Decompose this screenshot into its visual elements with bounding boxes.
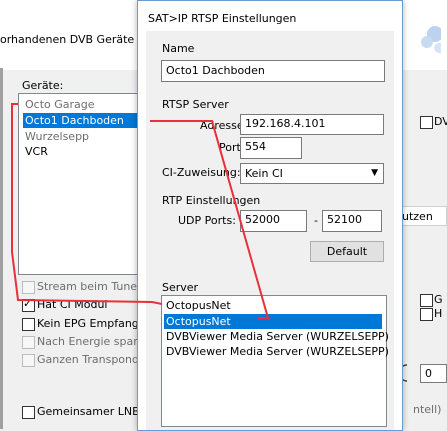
rtsp-server-label: RTSP Server <box>162 98 229 111</box>
ci-zuweisung-label: CI-Zuweisung: <box>162 166 241 179</box>
dialog-body: Name Octo1 Dachboden RTSP Server Adresse… <box>146 31 394 430</box>
nach-energie-sparen-checkbox[interactable] <box>22 336 35 349</box>
udp-port-separator: - <box>314 214 318 227</box>
name-label: Name <box>162 42 195 55</box>
hat-ci-modul-label: Hat CI Modul <box>37 298 108 311</box>
satip-rtsp-settings-dialog: SAT>IP RTSP Einstellungen Name Octo1 Dac… <box>137 0 403 431</box>
port-field[interactable]: 554 <box>240 137 302 159</box>
server-item-dvbviewer-1[interactable]: DVBViewer Media Server (WURZELSEPP) <box>164 329 391 344</box>
dialog-titlebar[interactable]: SAT>IP RTSP Einstellungen <box>138 1 402 31</box>
devices-list[interactable]: Octo Garage Octo1 Dachboden Wurzelsepp V… <box>18 93 154 275</box>
default-button[interactable]: Default <box>310 241 384 262</box>
udp-port-to-field[interactable]: 52100 <box>322 210 382 232</box>
udp-port-from-field[interactable]: 52000 <box>240 210 307 232</box>
dialog-title: SAT>IP RTSP Einstellungen <box>148 12 297 25</box>
ci-zuweisung-select[interactable]: Kein CI ▼ <box>240 163 384 184</box>
background-panel-border <box>0 68 3 429</box>
stream-beim-tunen-label: Stream beim Tunen <box>37 280 145 293</box>
chevron-down-icon: ▼ <box>371 168 378 178</box>
rtp-settings-label: RTP Einstellungen <box>162 194 261 207</box>
number-field-fragment[interactable]: 0 <box>420 364 447 383</box>
device-item-octo1-dachboden[interactable]: Octo1 Dachboden <box>23 113 151 128</box>
server-label: Server <box>162 281 199 294</box>
background-right-panel: DV utzen G H 0 ntell) <box>398 26 447 429</box>
adresse-field[interactable]: 192.168.4.101 <box>240 114 384 135</box>
nach-energie-sparen-label: Nach Energie sparen <box>37 335 152 348</box>
ganzen-transponder-label: Ganzen Transponder <box>37 353 151 366</box>
hat-ci-modul-checkbox[interactable] <box>22 297 35 312</box>
server-item-dvbviewer-2[interactable]: DVBViewer Media Server (WURZELSEPP) <box>164 344 391 359</box>
udp-ports-label: UDP Ports: <box>178 214 236 227</box>
ntell-label-fragment: ntell) <box>413 403 442 416</box>
dvb-label-fragment: DV <box>434 115 447 128</box>
g-label-fragment: G <box>434 293 443 306</box>
ganzen-transponder-checkbox[interactable] <box>22 354 35 367</box>
nutzen-button-fragment[interactable]: utzen <box>401 206 447 226</box>
devices-label: Geräte: <box>22 79 64 92</box>
g-checkbox[interactable] <box>420 294 433 307</box>
name-field[interactable]: Octo1 Dachboden <box>161 60 385 82</box>
device-item-octo-garage[interactable]: Octo Garage <box>23 97 97 112</box>
kein-epg-empfang-label: Kein EPG Empfang <box>37 317 139 330</box>
server-item-octopusnet-1[interactable]: OctopusNet <box>164 298 233 313</box>
device-item-wurzelsepp[interactable]: Wurzelsepp <box>23 129 91 144</box>
blue-flower-icon <box>403 4 444 60</box>
h-label-fragment: H <box>434 307 443 320</box>
dvb-checkbox[interactable] <box>420 116 433 129</box>
server-item-octopusnet-2[interactable]: OctopusNet <box>164 314 382 329</box>
h-checkbox[interactable] <box>420 308 433 321</box>
kein-epg-empfang-checkbox[interactable] <box>22 318 35 331</box>
device-item-vcr[interactable]: VCR <box>23 144 50 159</box>
gemeinsamer-lnb-label: Gemeinsamer LNB <box>37 405 140 418</box>
gemeinsamer-lnb-checkbox[interactable] <box>22 406 35 419</box>
server-list[interactable]: OctopusNet OctopusNet DVBViewer Media Se… <box>161 295 389 427</box>
stream-beim-tunen-checkbox[interactable] <box>22 281 35 294</box>
